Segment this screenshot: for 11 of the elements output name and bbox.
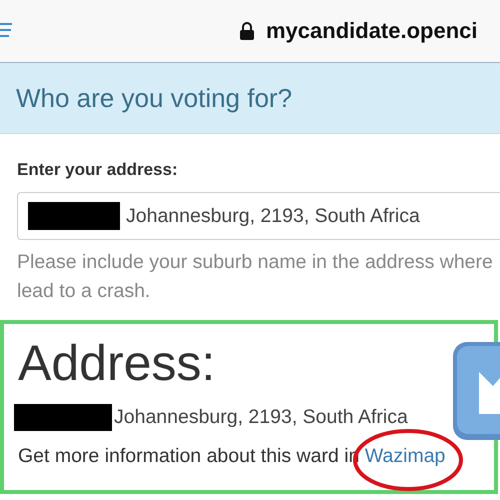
- lock-icon: [240, 22, 254, 40]
- hint-text: Please include your suburb name in the address where: [17, 250, 494, 275]
- menu-icon[interactable]: [0, 22, 12, 38]
- address-input-field[interactable]: Johannesburg, 2193, South Africa: [17, 192, 500, 240]
- arrow-tile-icon: [453, 342, 500, 440]
- address-heading: Address:: [18, 334, 216, 392]
- field-label: Enter your address:: [17, 160, 179, 180]
- page-title: Who are you voting for?: [16, 82, 292, 114]
- address-text: Johannesburg, 2193, South Africa: [114, 406, 408, 429]
- url-text[interactable]: mycandidate.openci: [266, 18, 478, 44]
- hint-text: lead to a crash.: [17, 279, 152, 304]
